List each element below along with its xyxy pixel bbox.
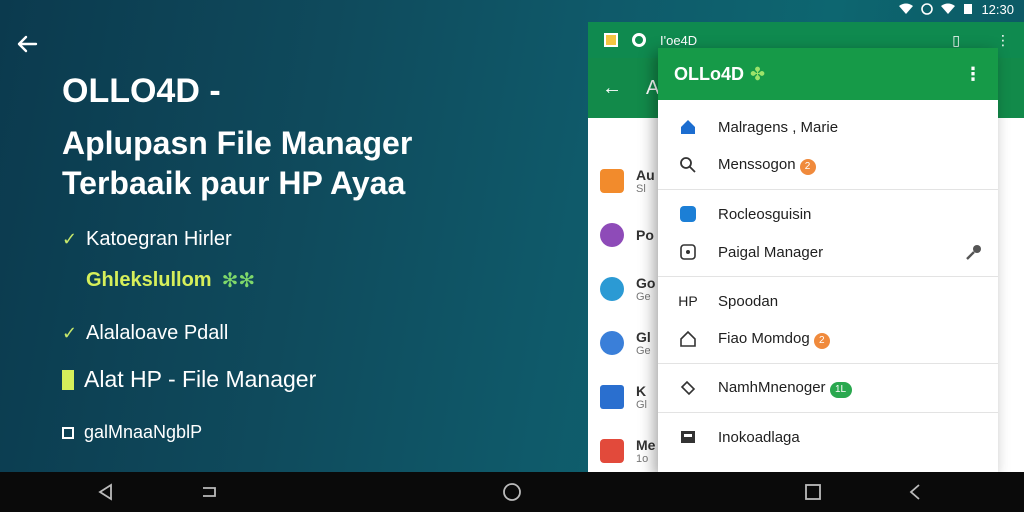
folder-icon [600, 169, 624, 193]
menu-item-manager[interactable]: Paigal Manager [658, 233, 998, 271]
menu-item-label: NamhMnenoger [718, 378, 826, 396]
list-item[interactable]: Me 1o [588, 424, 658, 474]
feature-item-3: ✓ Alalaloave Pdall [62, 322, 228, 345]
puzzle-icon [600, 223, 624, 247]
circle-icon [632, 33, 646, 47]
check-icon: ✓ [62, 323, 78, 343]
menu-item-label: Menssogon [718, 155, 796, 173]
alarm-icon [921, 3, 934, 15]
menu-item-network[interactable]: NamhMnenoger 1L [658, 369, 998, 407]
hp-prefix: HP [678, 293, 698, 309]
square-marker-icon [62, 426, 74, 439]
home-icon [678, 117, 698, 137]
window-icon[interactable]: ▯ [952, 32, 960, 49]
list-item[interactable]: Go Ge [588, 262, 658, 316]
headline-subtitle-1: Aplupasn File Manager [62, 124, 413, 161]
menu-item-label: Malragens , Marie [718, 118, 839, 136]
storage-icon [678, 242, 698, 262]
headline: OLLO4D - Aplupasn File Manager Terbaaik … [62, 70, 502, 203]
list-item[interactable]: Au Sl [588, 154, 658, 208]
feature-label: Katoegran Hirler [86, 228, 232, 250]
headline-subtitle-2: Terbaaik paur HP Ayaa [62, 164, 406, 201]
status-bar: 12:30 [824, 0, 1024, 18]
rotate-icon[interactable] [198, 482, 220, 502]
menu-item-label: Paigal Manager [718, 243, 824, 261]
home-circle-icon[interactable] [501, 482, 523, 502]
home-outline-icon [678, 329, 698, 349]
notification-badge: 2 [813, 332, 830, 349]
notification-badge: 1L [829, 381, 852, 398]
back-triangle-icon[interactable] [95, 482, 117, 502]
puzzle-outline-icon [678, 378, 698, 398]
app-logo-icon [604, 33, 618, 47]
menu-item-label: Inokoadlaga [718, 428, 800, 446]
menu-item-label: Rocleosguisin [718, 205, 812, 223]
recents-square-icon[interactable] [802, 482, 824, 502]
list-item[interactable]: Po [588, 208, 658, 262]
menu-item-label: Fiao Momdog [718, 329, 810, 347]
bar-marker-icon [62, 369, 74, 390]
phone-back-icon[interactable]: ← [602, 77, 622, 100]
sparkle-icon: ✻✻ [221, 270, 256, 292]
inbox-icon [678, 427, 698, 447]
search-icon [678, 155, 698, 175]
notification-badge: 2 [799, 158, 816, 175]
image-icon [600, 385, 624, 409]
more-vert-icon[interactable]: ⋮ [964, 64, 982, 85]
signal-icon [941, 3, 956, 14]
system-nav-bar [0, 472, 1024, 512]
headline-title: OLLO4D - [62, 72, 221, 110]
menu-item-label: Spoodan [718, 292, 779, 310]
menu-item-search[interactable]: Menssogon 2 [658, 146, 998, 184]
back-arrow-icon[interactable] [16, 34, 38, 54]
divider [658, 363, 998, 364]
divider [658, 276, 998, 277]
feature-label: Alat HP - File Manager [84, 366, 317, 392]
overflow-menu: OLLo4D ✤ ⋮ Malragens , Marie Menssogon 2 R… [658, 48, 998, 474]
feature-item-4: Alat HP - File Manager [62, 366, 316, 393]
feature-item-5: galMnaaNgblP [62, 422, 202, 443]
menu-title: OLLo4D [674, 63, 744, 84]
phone-list: Au Sl Po Go Ge Gl Ge K Gl Me 1o [588, 154, 658, 474]
doc-icon [600, 439, 624, 463]
check-icon: ✓ [62, 229, 78, 249]
divider [658, 412, 998, 413]
feature-label: Alalaloave Pdall [86, 322, 229, 344]
wifi-icon [899, 3, 914, 14]
phone-top-icons: ▯ ⋮ [952, 32, 1010, 49]
menu-item-recycle[interactable]: Rocleosguisin [658, 195, 998, 233]
menu-header: OLLo4D ✤ ⋮ [658, 48, 998, 100]
battery-icon [964, 4, 973, 14]
feature-label: Ghlekslullom [86, 269, 212, 291]
feature-item-2: Ghlekslullom ✻✻ [86, 268, 255, 293]
chevron-left-icon[interactable] [904, 482, 926, 502]
phone-top-title: I'oe4D [660, 32, 698, 48]
feature-item-1: ✓ Katoegran Hirler [62, 228, 232, 251]
more-vert-icon[interactable]: ⋮ [996, 32, 1010, 49]
key-icon [964, 242, 984, 266]
clover-icon: ✤ [750, 63, 766, 84]
feature-label: galMnaaNgblP [84, 422, 203, 442]
menu-item-home[interactable]: Malragens , Marie [658, 108, 998, 146]
menu-item-home-2[interactable]: Fiao Momdog 2 [658, 320, 998, 358]
status-time: 12:30 [981, 1, 1014, 17]
app-icon [600, 277, 624, 301]
list-item[interactable]: K Gl [588, 370, 658, 424]
list-item[interactable]: Gl Ge [588, 316, 658, 370]
menu-item-hp[interactable]: HP Spoodan [658, 282, 998, 320]
edit-icon [678, 204, 698, 224]
menu-item-download[interactable]: Inokoadlaga [658, 418, 998, 456]
cloud-icon [600, 331, 624, 355]
divider [658, 189, 998, 190]
